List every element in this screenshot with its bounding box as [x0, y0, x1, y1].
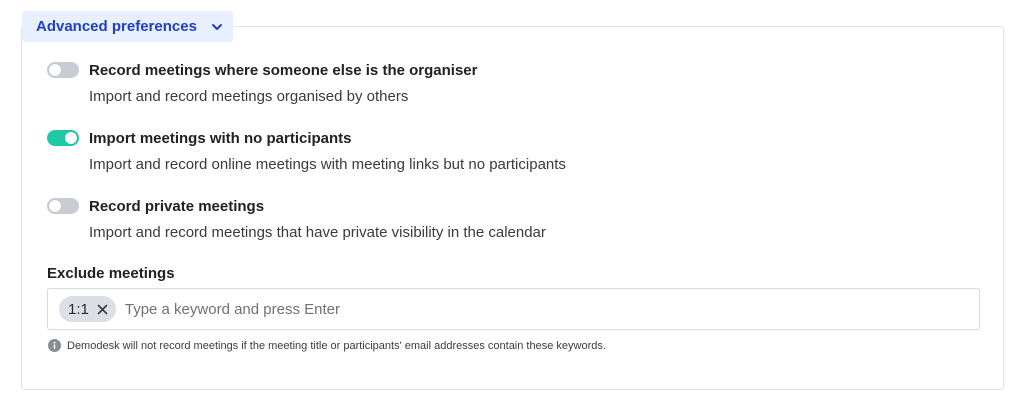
toggle-knob [65, 132, 77, 144]
keyword-chip-label: 1:1 [68, 300, 89, 318]
section-title: Advanced preferences [36, 18, 197, 35]
hint-text: Demodesk will not record meetings if the… [67, 339, 606, 352]
preference-title: Record meetings where someone else is th… [89, 62, 478, 79]
keyword-input[interactable] [124, 300, 825, 318]
toggle-knob [49, 200, 61, 212]
toggle-switch-record-private[interactable] [47, 198, 79, 214]
preference-title: Import meetings with no participants [89, 130, 352, 147]
info-icon [48, 339, 61, 352]
preference-description: Import and record online meetings with m… [89, 156, 566, 173]
keyword-chip: 1:1 [59, 296, 116, 322]
preference-description: Import and record meetings organised by … [89, 88, 409, 105]
advanced-preferences-toggle[interactable]: Advanced preferences [22, 11, 233, 42]
toggle-knob [49, 64, 61, 76]
toggle-switch-record-others-organiser[interactable] [47, 62, 79, 78]
chevron-down-icon [210, 20, 224, 34]
toggle-switch-import-no-participants[interactable] [47, 130, 79, 146]
exclude-keywords-field[interactable]: 1:1 [47, 288, 980, 330]
exclude-hint: Demodesk will not record meetings if the… [48, 339, 606, 352]
close-icon[interactable] [97, 304, 108, 315]
preference-description: Import and record meetings that have pri… [89, 224, 546, 241]
exclude-meetings-label: Exclude meetings [47, 265, 175, 282]
preference-title: Record private meetings [89, 198, 265, 215]
